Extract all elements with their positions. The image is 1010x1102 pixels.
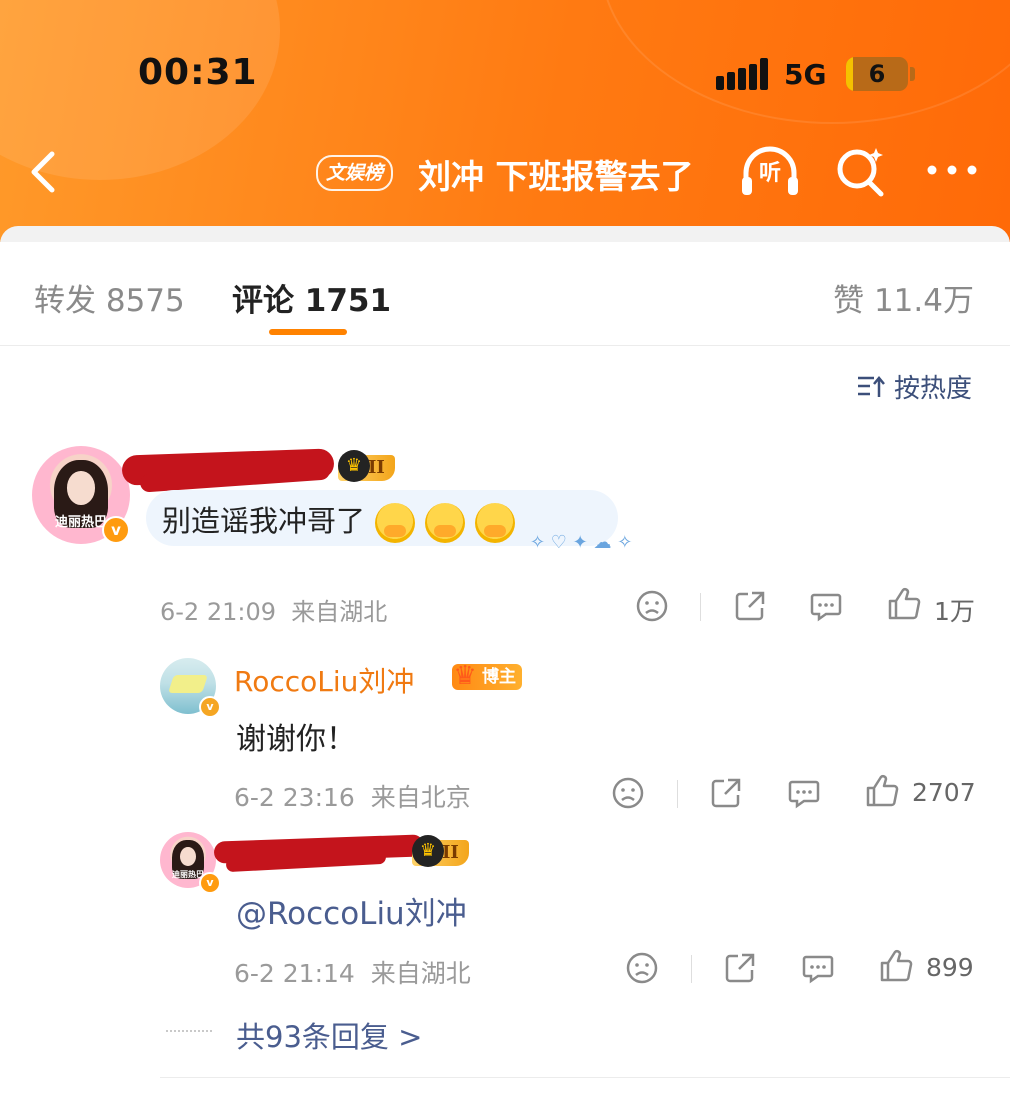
reply-button[interactable] [786, 775, 822, 815]
crown-icon: ♛ [453, 661, 477, 691]
view-more-replies-link[interactable]: 共93条回复 > [236, 1014, 422, 1056]
tab-repost[interactable]: 转发 8575 [34, 275, 185, 320]
network-type: 5G [784, 58, 827, 91]
reply-button[interactable] [808, 588, 844, 628]
listen-label: 听 [758, 161, 781, 186]
comment-meta: 6-2 21:09 来自湖北 [160, 592, 387, 627]
thumbs-up-icon [888, 588, 921, 620]
search-icon [837, 148, 884, 197]
mention-link[interactable]: @RoccoLiu刘冲 [236, 888, 467, 933]
back-chevron-icon [31, 151, 55, 193]
tab-bar: 转发 8575 评论 1751 赞 11.4万 [0, 265, 1010, 346]
verified-badge-icon: v [102, 516, 130, 544]
reply-button[interactable] [800, 950, 836, 990]
share-button[interactable] [732, 588, 768, 628]
dislike-button[interactable] [624, 950, 660, 990]
like-button[interactable] [886, 586, 922, 626]
share-icon [711, 778, 741, 808]
reply-meta: 6-2 21:14 来自湖北 [234, 954, 471, 990]
status-time: 00:31 [138, 52, 258, 93]
crying-emoji-icon [375, 503, 416, 543]
comment-icon [810, 593, 842, 622]
tab-likes[interactable]: 赞 11.4万 [833, 275, 974, 320]
tab-comments[interactable]: 评论 1751 [232, 275, 391, 320]
action-divider [700, 593, 701, 621]
search-button[interactable] [832, 142, 888, 198]
divider [160, 1077, 1010, 1078]
reply-date: 6-2 23:16 [234, 783, 355, 812]
like-count: 2707 [912, 778, 976, 807]
action-divider [691, 955, 692, 983]
sad-face-icon [626, 952, 658, 984]
dislike-button[interactable] [634, 588, 670, 628]
like-count: 1万 [934, 597, 975, 626]
thumbs-up-icon [880, 950, 913, 982]
listen-button[interactable]: 听 [738, 143, 802, 199]
crying-emoji-icon [425, 503, 466, 543]
reply-text[interactable]: 谢谢你！ [236, 714, 356, 758]
comment-text[interactable]: 别造谣我冲哥了 [162, 498, 516, 543]
battery-level: 6 [868, 60, 886, 88]
comment-location: 来自湖北 [291, 598, 388, 626]
like-button[interactable] [864, 773, 900, 813]
active-tab-indicator [269, 329, 347, 335]
sort-button[interactable]: 按热度 [856, 368, 972, 406]
header-bar: 00:31 5G 6 文娱榜 刘冲 下班报警去了 听 [0, 0, 1010, 250]
dislike-button[interactable] [610, 775, 646, 815]
more-icon [927, 165, 977, 175]
reply-meta: 6-2 23:16 来自北京 [234, 778, 471, 814]
reply-thread-dots [166, 1030, 212, 1032]
avatar-image [168, 674, 208, 693]
battery-tip [910, 67, 915, 81]
reply-username[interactable]: RoccoLiu刘冲 [234, 660, 414, 700]
comment-icon [788, 780, 820, 809]
thumbs-up-icon [866, 775, 899, 807]
sad-face-icon [612, 777, 644, 809]
page-title: 刘冲 下班报警去了 [418, 157, 694, 196]
crown-icon: ♛ [338, 450, 370, 482]
back-button[interactable] [20, 142, 80, 202]
sort-icon [856, 373, 886, 406]
action-divider [677, 780, 678, 808]
verified-badge-icon: v [199, 696, 221, 718]
more-button[interactable] [922, 150, 982, 190]
battery-icon: 6 [846, 57, 908, 91]
signal-icon [716, 58, 768, 90]
avatar-face [180, 846, 196, 866]
crying-emoji-icon [475, 503, 516, 543]
vip-level-badge: ♛ II [338, 450, 395, 482]
share-button[interactable] [708, 775, 744, 815]
reply-date: 6-2 21:14 [234, 959, 355, 988]
ranking-badge[interactable]: 文娱榜 [316, 155, 394, 191]
comment-date: 6-2 21:09 [160, 598, 276, 626]
share-button[interactable] [722, 950, 758, 990]
crown-icon: ♛ [412, 835, 444, 867]
comment-icon [802, 955, 834, 984]
sad-face-icon [636, 590, 668, 622]
like-count: 899 [926, 953, 974, 982]
verified-badge-icon: v [199, 872, 221, 894]
reply-location: 来自北京 [370, 783, 471, 812]
vip-level-badge: ♛ II [412, 835, 469, 867]
sort-label: 按热度 [894, 374, 973, 404]
host-badge: ♛ 博主 [452, 661, 522, 691]
bubble-decoration: ✧ ♡ ✦ ☁ ✧ [530, 532, 633, 553]
like-button[interactable] [878, 948, 914, 988]
share-icon [735, 591, 765, 621]
avatar-face [67, 471, 95, 505]
share-icon [725, 953, 755, 983]
reply-location: 来自湖北 [370, 959, 471, 988]
